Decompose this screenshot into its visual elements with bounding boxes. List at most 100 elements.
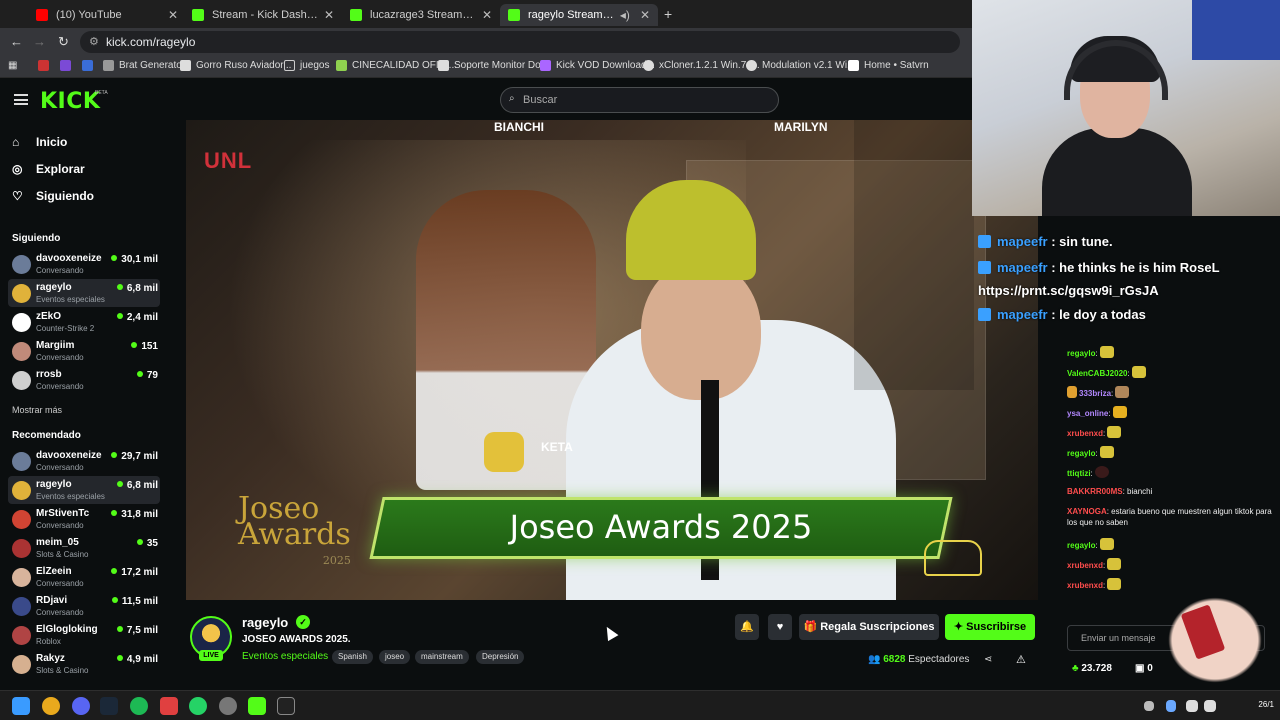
channel-name[interactable]: rageylo [242, 615, 288, 630]
chat-user[interactable]: ysa_online [1067, 409, 1108, 418]
notification-bell-icon[interactable]: 🔔 [735, 614, 759, 640]
tab-youtube[interactable]: (10) YouTube ✕ [28, 4, 186, 26]
bookmark-soporte-monitor[interactable]: Soporte Monitor Do... [438, 60, 549, 71]
forward-icon[interactable]: → [33, 34, 46, 49]
tray-chevron-icon[interactable] [1144, 701, 1154, 711]
sidebar-channel[interactable]: rrosb Conversando 79 [8, 366, 160, 394]
bookmark-satvrn[interactable]: Home • Satvrn [848, 60, 929, 71]
chat-user[interactable]: XAYNOGA [1067, 507, 1107, 516]
close-icon[interactable]: ✕ [324, 8, 334, 22]
bookmark-modulation[interactable]: Modulation v2.1 Wi... [746, 60, 855, 71]
chat-user[interactable]: xrubenxd [1067, 561, 1103, 570]
sidebar-channel[interactable]: ElGlogloking Roblox 7,5 mil [8, 621, 160, 649]
share-icon[interactable]: ⋖ [984, 654, 992, 665]
tab-kick-dashboard[interactable]: Stream - Kick Dashboard ✕ [184, 4, 342, 26]
sidebar-channel[interactable]: davooxeneize Conversando 30,1 mil [8, 250, 160, 278]
app-icon[interactable] [160, 697, 178, 715]
windows-start-icon[interactable] [12, 697, 30, 715]
report-icon[interactable]: ⚠ [1016, 653, 1026, 666]
kick-logo[interactable]: KICK [40, 89, 100, 114]
tab-rageylo[interactable]: rageylo Stream - Watch Live ◂) ✕ [500, 4, 658, 26]
network-icon[interactable] [1186, 700, 1198, 712]
close-icon[interactable]: ✕ [168, 8, 178, 22]
volume-icon[interactable] [1204, 700, 1216, 712]
apps-icon[interactable]: ▦ [8, 60, 17, 71]
gift-subs-button[interactable]: 🎁 Regala Suscripciones [799, 614, 939, 640]
stream-category[interactable]: Eventos especiales [242, 651, 328, 662]
spotify-icon[interactable] [130, 697, 148, 715]
bookmark-juegos[interactable]: juegos [284, 60, 329, 71]
address-bar[interactable]: ⚙ kick.com/rageylo [80, 31, 960, 53]
search-placeholder: Buscar [523, 94, 558, 106]
back-icon[interactable]: ← [10, 34, 23, 49]
badge-icon [1067, 386, 1077, 398]
search-input[interactable]: ⌕ Buscar [500, 87, 779, 113]
subscribe-button[interactable]: ✦ Suscribirse [945, 614, 1035, 640]
epic-games-icon[interactable] [277, 697, 295, 715]
channel-name: meim_05 [36, 537, 79, 548]
new-tab-button[interactable]: + [664, 6, 672, 22]
unl-logo: UNL [204, 148, 253, 173]
close-icon[interactable]: ✕ [640, 8, 650, 22]
sidebar-channel[interactable]: Rakyz Slots & Casino 4,9 mil [8, 650, 160, 678]
chat-user[interactable]: xrubenxd [1067, 581, 1103, 590]
kick-icon[interactable] [248, 697, 266, 715]
chat-user[interactable]: BAKKRR00MS [1067, 487, 1123, 496]
streamer-hands [1160, 590, 1270, 690]
close-icon[interactable]: ✕ [482, 8, 492, 22]
bookmark-icon[interactable] [60, 60, 76, 71]
show-more-link[interactable]: Mostrar más [12, 405, 62, 415]
obs-icon[interactable] [219, 697, 237, 715]
speaker-icon[interactable]: ◂) [620, 8, 630, 22]
tag[interactable]: Depresión [476, 650, 525, 664]
tag[interactable]: joseo [379, 650, 411, 664]
chat-user[interactable]: 333briza [1079, 389, 1111, 398]
discord-icon[interactable] [72, 697, 90, 715]
bookmark-icon[interactable] [82, 60, 98, 71]
sidebar-channel[interactable]: Margiim Conversando 151 [8, 337, 160, 365]
whatsapp-icon[interactable] [189, 697, 207, 715]
sidebar-channel[interactable]: davooxeneize Conversando 29,7 mil [8, 447, 160, 475]
viewer-count: 35 [137, 538, 158, 549]
microphone-icon[interactable] [1166, 700, 1176, 712]
follow-heart-icon[interactable]: ♥ [768, 614, 792, 640]
overlay-text: le doy a todas [1059, 307, 1146, 322]
sidebar-channel[interactable]: zEkO Counter-Strike 2 2,4 mil [8, 308, 160, 336]
chat-user[interactable]: regaylo [1067, 449, 1095, 458]
clock[interactable]: 26/1 [1258, 700, 1274, 709]
nav-inicio[interactable]: ⌂ Inicio [12, 135, 67, 149]
tab-lucazrage3[interactable]: lucazrage3 Stream - Watch Live ✕ [342, 4, 500, 26]
sidebar-channel[interactable]: MrStivenTc Conversando 31,8 mil [8, 505, 160, 533]
bookmark-xcloner[interactable]: xCloner.1.2.1 Win.7z... [643, 60, 760, 71]
channel-name: Rakyz [36, 653, 65, 664]
sidebar-channel[interactable]: meim_05 Slots & Casino 35 [8, 534, 160, 562]
chat-user[interactable]: ValenCABJ2020 [1067, 369, 1127, 378]
chat-user[interactable]: xrubenxd [1067, 429, 1103, 438]
bookmark-gorro-ruso[interactable]: Gorro Ruso Aviador... [180, 60, 291, 71]
tag[interactable]: mainstream [415, 650, 469, 664]
chrome-icon[interactable] [42, 697, 60, 715]
compass-icon: ◎ [12, 162, 23, 176]
bookmark-kick-vod[interactable]: Kick VOD Download... [540, 60, 655, 71]
channel-points[interactable]: 23.728 [1072, 663, 1112, 674]
nav-explorar[interactable]: ◎ Explorar [12, 162, 85, 176]
bookmark-icon[interactable] [38, 60, 54, 71]
steam-icon[interactable] [100, 697, 118, 715]
sidebar-channel[interactable]: RDjavi Conversando 11,5 mil [8, 592, 160, 620]
video-player[interactable]: KETA UNL BIANCHI MARILYN Joseo Awards 20… [186, 120, 1038, 600]
sidebar-channel[interactable]: rageylo Eventos especiales 6,8 mil [8, 476, 160, 504]
channel-name: davooxeneize [36, 253, 102, 264]
chat-user[interactable]: regaylo [1067, 349, 1095, 358]
sidebar-channel[interactable]: rageylo Eventos especiales 6,8 mil [8, 279, 160, 307]
nav-siguiendo[interactable]: ♡ Siguiendo [12, 189, 94, 203]
menu-icon[interactable] [14, 94, 28, 105]
reload-icon[interactable]: ↻ [58, 34, 69, 50]
chat-user[interactable]: regaylo [1067, 541, 1095, 550]
sidebar-channel[interactable]: ElZeein Conversando 17,2 mil [8, 563, 160, 591]
chat-user[interactable]: ttiqtizi [1067, 469, 1091, 478]
host-face [641, 260, 761, 400]
tag[interactable]: Spanish [332, 650, 373, 664]
site-info-icon[interactable]: ⚙ [89, 35, 99, 48]
gift-count[interactable]: ▣ 0 [1135, 663, 1153, 674]
bookmark-brat-generator[interactable]: Brat Generator [103, 60, 185, 71]
